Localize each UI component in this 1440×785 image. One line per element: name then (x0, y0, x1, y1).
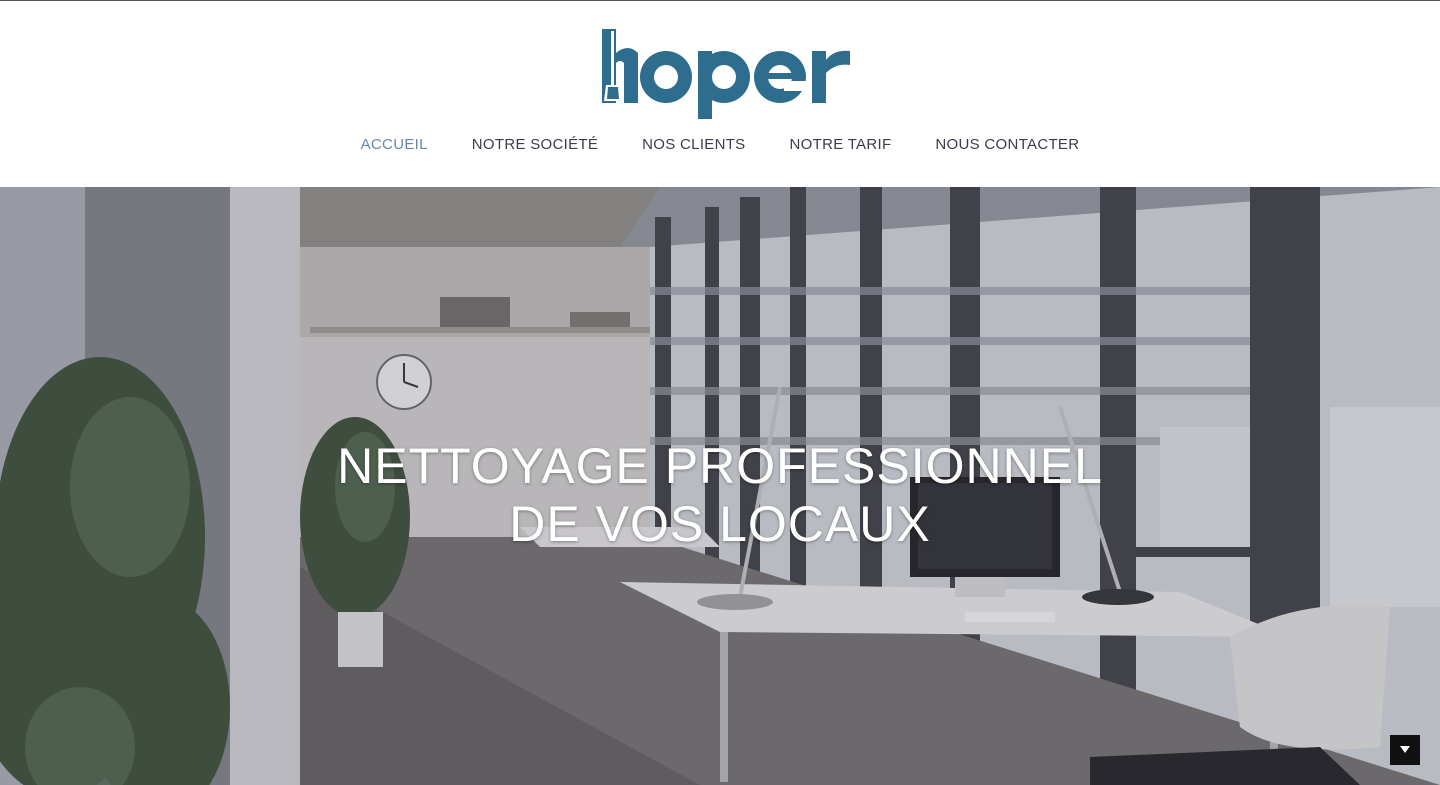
nav-item-accueil[interactable]: ACCUEIL (361, 135, 428, 155)
scroll-down-button[interactable] (1390, 735, 1420, 765)
main-nav: ACCUEIL NOTRE SOCIÉTÉ NOS CLIENTS NOTRE … (0, 135, 1440, 155)
hero-banner: NETTOYAGE PROFESSIONNEL DE VOS LOCAUX (0, 187, 1440, 785)
hero-title: NETTOYAGE PROFESSIONNEL DE VOS LOCAUX (0, 437, 1440, 553)
nav-item-nous-contacter[interactable]: NOUS CONTACTER (935, 135, 1079, 155)
hero-title-line-1: NETTOYAGE PROFESSIONNEL (337, 438, 1103, 494)
nav-item-nos-clients[interactable]: NOS CLIENTS (642, 135, 745, 155)
hero-title-line-2: DE VOS LOCAUX (509, 496, 931, 552)
nav-item-notre-tarif[interactable]: NOTRE TARIF (790, 135, 892, 155)
hoper-logo-icon (602, 29, 850, 119)
site-logo[interactable] (600, 23, 852, 119)
nav-item-notre-societe[interactable]: NOTRE SOCIÉTÉ (472, 135, 598, 155)
triangle-down-icon (1400, 746, 1410, 753)
site-header: ACCUEIL NOTRE SOCIÉTÉ NOS CLIENTS NOTRE … (0, 0, 1440, 187)
